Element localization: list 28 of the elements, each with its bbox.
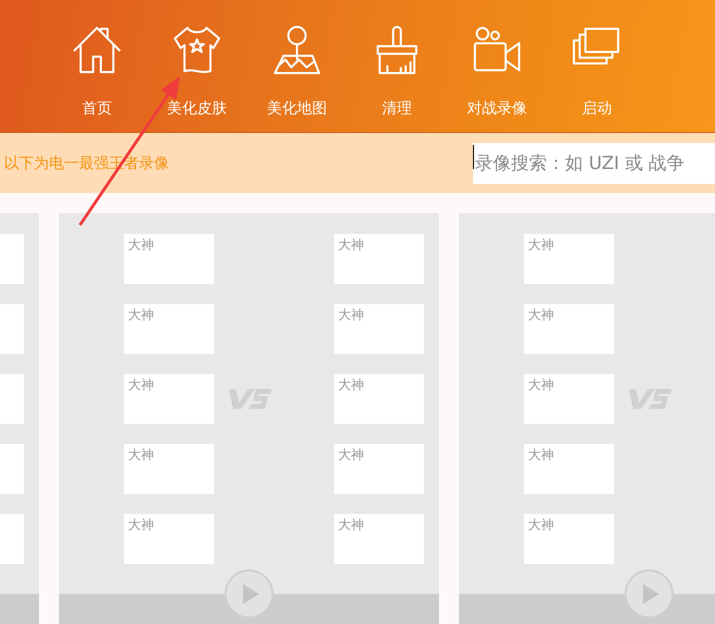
t-shirt-icon: [172, 25, 222, 75]
house-icon: [72, 25, 122, 75]
nav-item[interactable]: 对战录像: [447, 0, 547, 132]
player-slot: 大神: [524, 444, 614, 494]
player-slot: 大神: [334, 514, 424, 564]
player-slot: 大神: [124, 234, 214, 284]
nav-item[interactable]: 美化皮肤: [147, 0, 247, 132]
player-slot: 大神: [524, 514, 614, 564]
nav-item[interactable]: 美化地图: [247, 0, 347, 132]
player-slot: 大神: [334, 374, 424, 424]
player-slot: 大神: [524, 234, 614, 284]
nav-item[interactable]: 启动: [547, 0, 647, 132]
play-button[interactable]: [624, 569, 674, 619]
player-slot: 大神: [334, 444, 424, 494]
player-slot: 大神: [124, 304, 214, 354]
player-slot: 大神: [124, 444, 214, 494]
player-slot: 大神: [524, 304, 614, 354]
play-button[interactable]: [224, 569, 274, 619]
text-cursor: [473, 145, 474, 169]
player-slot: 大神: [124, 374, 214, 424]
player-slot: 大神: [524, 374, 614, 424]
nav-item[interactable]: 首页: [47, 0, 147, 132]
player-slot: 大神: [334, 234, 424, 284]
nav-item[interactable]: 清理: [347, 0, 447, 132]
player-slot: 大神: [124, 514, 214, 564]
map-pin-icon: [272, 25, 322, 75]
search-field[interactable]: 录像搜索：如 UZI 或 战争: [473, 143, 715, 184]
player-slot: 大神: [334, 304, 424, 354]
